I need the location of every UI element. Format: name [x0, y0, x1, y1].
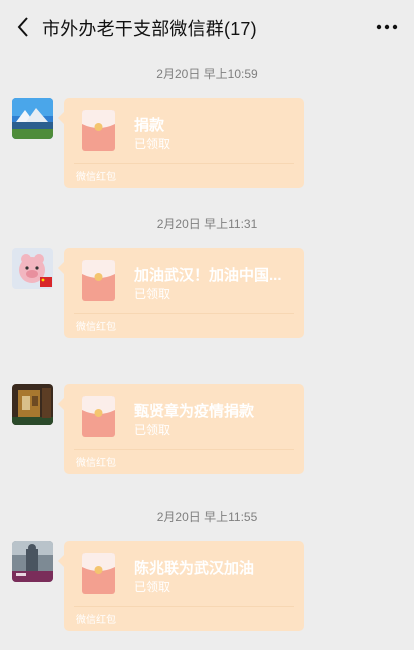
message-timestamp: 2月20日 早上10:59: [156, 67, 258, 81]
red-envelope-icon: [82, 110, 115, 151]
red-packet[interactable]: 陈兆联为武汉加油 已领取 微信红包: [58, 541, 304, 631]
avatar[interactable]: [12, 98, 53, 139]
chat-title: 市外办老干支部微信群(17): [42, 19, 257, 39]
red-packet-status: 已领取: [134, 423, 171, 437]
red-packet-message: 捐款: [134, 117, 165, 134]
chevron-left-icon: [17, 17, 28, 37]
message-timestamp: 2月20日 早上11:55: [156, 510, 258, 524]
back-button[interactable]: [8, 12, 38, 42]
chat-header: 市外办老干支部微信群(17): [0, 0, 414, 54]
red-envelope-icon: [82, 260, 115, 301]
red-packet-status: 已领取: [134, 580, 171, 594]
red-envelope-icon: [82, 396, 115, 437]
red-packet[interactable]: 捐款 已领取 微信红包: [58, 98, 304, 188]
red-packet-brand: 微信红包: [76, 322, 116, 333]
red-envelope-icon: [82, 553, 115, 594]
red-packet-brand: 微信红包: [76, 172, 116, 183]
avatar[interactable]: [12, 248, 53, 289]
more-dots-icon: [376, 24, 398, 30]
chat-screen: 市外办老干支部微信群(17) 2月20日 早上10:59 捐款 已领取 微信红包…: [0, 0, 414, 650]
avatar[interactable]: [12, 384, 53, 425]
red-packet-message: 陈兆联为武汉加油: [134, 560, 255, 577]
divider: [74, 449, 294, 450]
red-packet[interactable]: 加油武汉！加油中国... 已领取 微信红包: [58, 248, 304, 338]
red-packet-status: 已领取: [134, 287, 171, 301]
avatar[interactable]: [12, 541, 53, 582]
divider: [74, 313, 294, 314]
red-packet-message: 甄贤章为疫情捐款: [134, 403, 255, 420]
more-options-button[interactable]: [372, 12, 402, 42]
red-packet-brand: 微信红包: [76, 615, 116, 626]
red-packet[interactable]: 甄贤章为疫情捐款 已领取 微信红包: [58, 384, 304, 474]
divider: [74, 163, 294, 164]
divider: [74, 606, 294, 607]
red-packet-status: 已领取: [134, 137, 171, 151]
message-timestamp: 2月20日 早上11:31: [156, 217, 258, 231]
red-packet-message: 加油武汉！加油中国...: [134, 267, 282, 284]
red-packet-brand: 微信红包: [76, 458, 116, 469]
